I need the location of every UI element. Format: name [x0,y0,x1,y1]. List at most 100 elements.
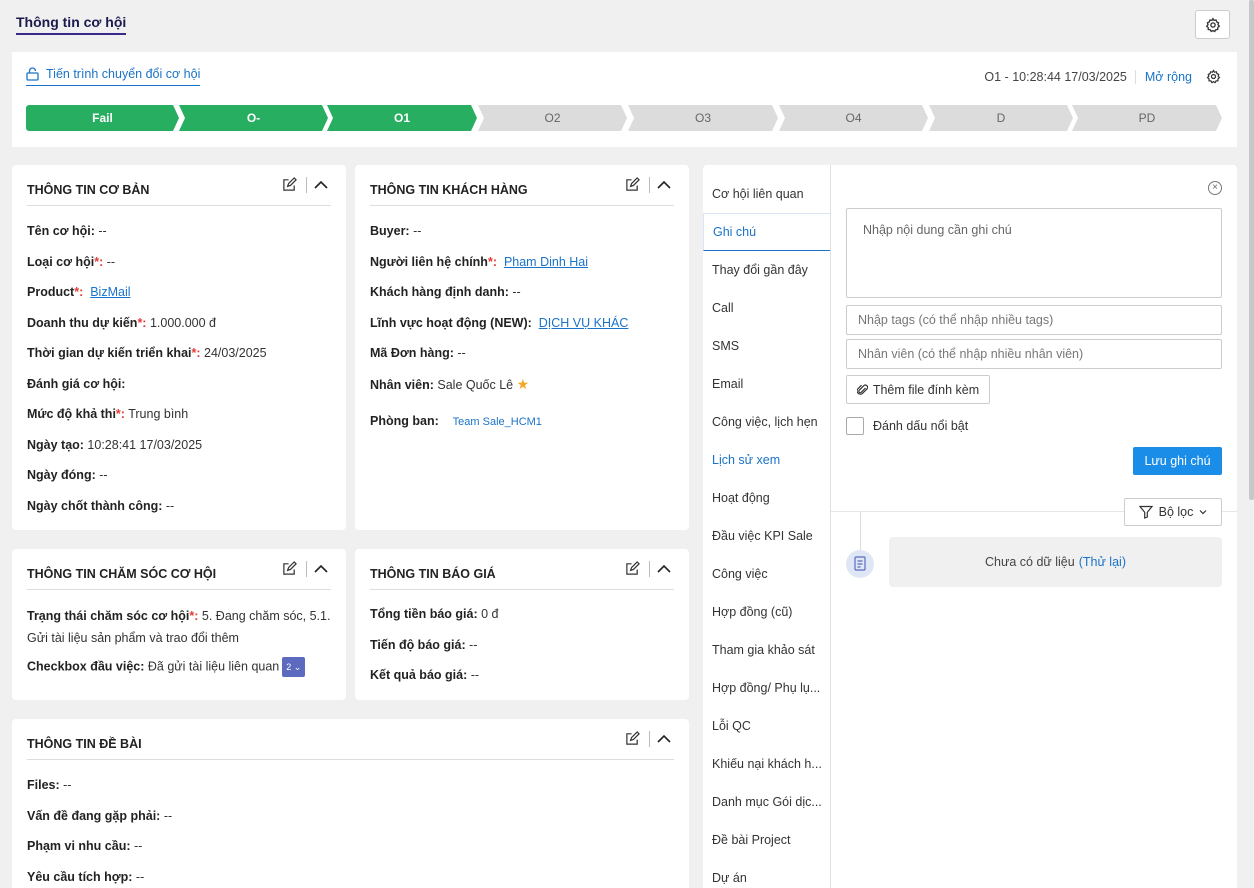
staff-input[interactable]: Nhân viên (có thể nhập nhiều nhân viên) [846,339,1222,369]
field-created: Ngày tạo: 10:28:41 17/03/2025 [27,438,203,452]
note-textarea[interactable]: Nhập nội dung cần ghi chú [846,208,1222,298]
tab-complaints[interactable]: Khiếu nại khách h... [703,745,831,783]
edit-icon[interactable] [282,177,298,193]
tab-tasks-appointments[interactable]: Công việc, lịch hẹn [703,403,831,441]
field-name: Tên cơ hội: -- [27,224,107,238]
page-title-tab[interactable]: Thông tin cơ hội [16,14,127,35]
divider [306,177,307,193]
retry-link[interactable]: (Thử lại) [1079,555,1126,569]
tab-work[interactable]: Công việc [703,555,831,593]
stage-step-fail[interactable]: Fail [26,105,179,131]
settings-button[interactable] [1195,10,1230,39]
expand-link[interactable]: Mở rộng [1145,70,1192,84]
chevron-up-icon[interactable] [656,731,672,747]
conversion-process-label: Tiến trình chuyển đổi cơ hội [46,67,201,81]
card-header: THÔNG TIN BÁO GIÁ [370,561,674,590]
field-quote-total: Tổng tiền báo giá: 0 đ [370,607,499,621]
tab-call[interactable]: Call [703,289,831,327]
gear-icon[interactable] [1206,69,1221,84]
tab-view-history[interactable]: Lịch sử xem [703,441,831,479]
field-scope: Phạm vi nhu cầu: -- [27,839,143,853]
stage-timestamp: O1 - 10:28:44 17/03/2025 [984,69,1136,84]
product-link[interactable]: BizMail [90,285,130,299]
edit-icon[interactable] [625,731,641,747]
card-header: THÔNG TIN CHĂM SÓC CƠ HỘI [27,561,331,590]
chevron-down-icon [1199,510,1207,515]
chevron-up-icon[interactable] [313,561,329,577]
chevron-up-icon[interactable] [656,177,672,193]
card-title: THÔNG TIN CƠ BẢN [27,183,150,197]
edit-icon[interactable] [282,561,298,577]
activity-tabs: Cơ hội liên quan Ghi chú Thay đổi gần đâ… [703,175,831,888]
tab-contracts-old[interactable]: Hợp đồng (cũ) [703,593,831,631]
field-revenue: Doanh thu dự kiến*: 1.000.000 đ [27,316,216,330]
stage-step-d[interactable]: D [929,105,1073,131]
close-icon[interactable]: × [1208,181,1222,195]
chevron-up-icon[interactable] [656,561,672,577]
field-industry: Lĩnh vực hoạt động (NEW): DỊCH VỤ KHÁC [370,316,629,330]
basic-info-card: THÔNG TIN CƠ BẢN Tên cơ hội: -- Loại cơ … [12,165,346,530]
empty-text: Chưa có dữ liệu [985,555,1075,569]
field-issue: Vấn đề đang gặp phải: -- [27,809,173,823]
empty-state: Chưa có dữ liệu (Thử lại) [889,537,1222,587]
stage-steps: Fail O- O1 O2 O3 O4 D PD [26,105,1222,131]
gear-icon [1205,16,1220,32]
field-staff: Nhân viên: Sale Quốc Lê ★ [370,376,530,392]
tab-qc-errors[interactable]: Lỗi QC [703,707,831,745]
field-quote-result: Kết quả báo giá: -- [370,668,480,682]
highlight-row: Đánh dấu nổi bật [846,417,968,435]
filter-button[interactable]: Bộ lọc [1124,498,1222,526]
edit-icon[interactable] [625,177,641,193]
card-title: THÔNG TIN KHÁCH HÀNG [370,183,528,197]
field-integration: Yêu cầu tích hợp: -- [27,870,145,884]
attach-file-button[interactable]: Thêm file đính kèm [846,375,990,404]
tab-related-opportunities[interactable]: Cơ hội liên quan [703,175,831,213]
tab-email[interactable]: Email [703,365,831,403]
timeline-line [860,512,861,552]
stage-step-o-minus[interactable]: O- [179,105,328,131]
highlight-checkbox[interactable] [846,417,864,435]
stage-step-o4[interactable]: O4 [779,105,928,131]
divider [306,561,307,577]
tab-projects[interactable]: Dự án [703,859,831,888]
tab-project-brief[interactable]: Đề bài Project [703,821,831,859]
field-deploy-time: Thời gian dự kiến triển khai*: 24/03/202… [27,346,267,360]
field-type: Loại cơ hội*: -- [27,255,116,269]
field-product: Product*: BizMail [27,285,131,299]
star-icon: ★ [516,376,530,392]
stage-step-o3[interactable]: O3 [628,105,778,131]
industry-link[interactable]: DỊCH VỤ KHÁC [539,316,629,330]
chevron-up-icon[interactable] [313,177,329,193]
document-icon [846,550,874,578]
contact-link[interactable]: Pham Dinh Hai [504,255,588,269]
top-bar: Thông tin cơ hội [0,0,1254,48]
edit-icon[interactable] [625,561,641,577]
count-badge[interactable]: 2 ⌄ [282,657,306,677]
field-feasibility: Mức độ khả thi*: Trung bình [27,407,189,421]
field-rating: Đánh giá cơ hội: [27,377,126,391]
field-won: Ngày chốt thành công: -- [27,499,175,513]
tab-service-packages[interactable]: Danh mục Gói dịc... [703,783,831,821]
tab-kpi-sale[interactable]: Đầu việc KPI Sale [703,517,831,555]
tab-survey[interactable]: Tham gia khảo sát [703,631,831,669]
card-header: THÔNG TIN KHÁCH HÀNG [370,177,674,206]
tags-input[interactable]: Nhập tags (có thể nhập nhiều tags) [846,305,1222,335]
tab-sms[interactable]: SMS [703,327,831,365]
stage-step-pd[interactable]: PD [1072,105,1222,131]
field-files: Files: -- [27,778,72,792]
conversion-process-panel: Tiến trình chuyển đổi cơ hội O1 - 10:28:… [12,52,1237,147]
card-tools [282,177,329,193]
stage-step-o2[interactable]: O2 [478,105,627,131]
save-note-button[interactable]: Lưu ghi chú [1133,447,1222,475]
field-quote-progress: Tiến độ báo giá: -- [370,638,478,652]
stage-step-o1[interactable]: O1 [327,105,477,131]
tab-activity[interactable]: Hoạt động [703,479,831,517]
divider [649,561,650,577]
conversion-process-link[interactable]: Tiến trình chuyển đổi cơ hội [26,67,201,86]
page-scrollbar[interactable] [1249,0,1254,500]
tab-recent-changes[interactable]: Thay đổi gần đây [703,251,831,289]
field-department: Phòng ban: Team Sale_HCM1 [370,414,542,428]
field-closed: Ngày đóng: -- [27,468,108,482]
tab-contracts-appendix[interactable]: Hợp đồng/ Phụ lụ... [703,669,831,707]
tab-notes[interactable]: Ghi chú [703,213,831,251]
